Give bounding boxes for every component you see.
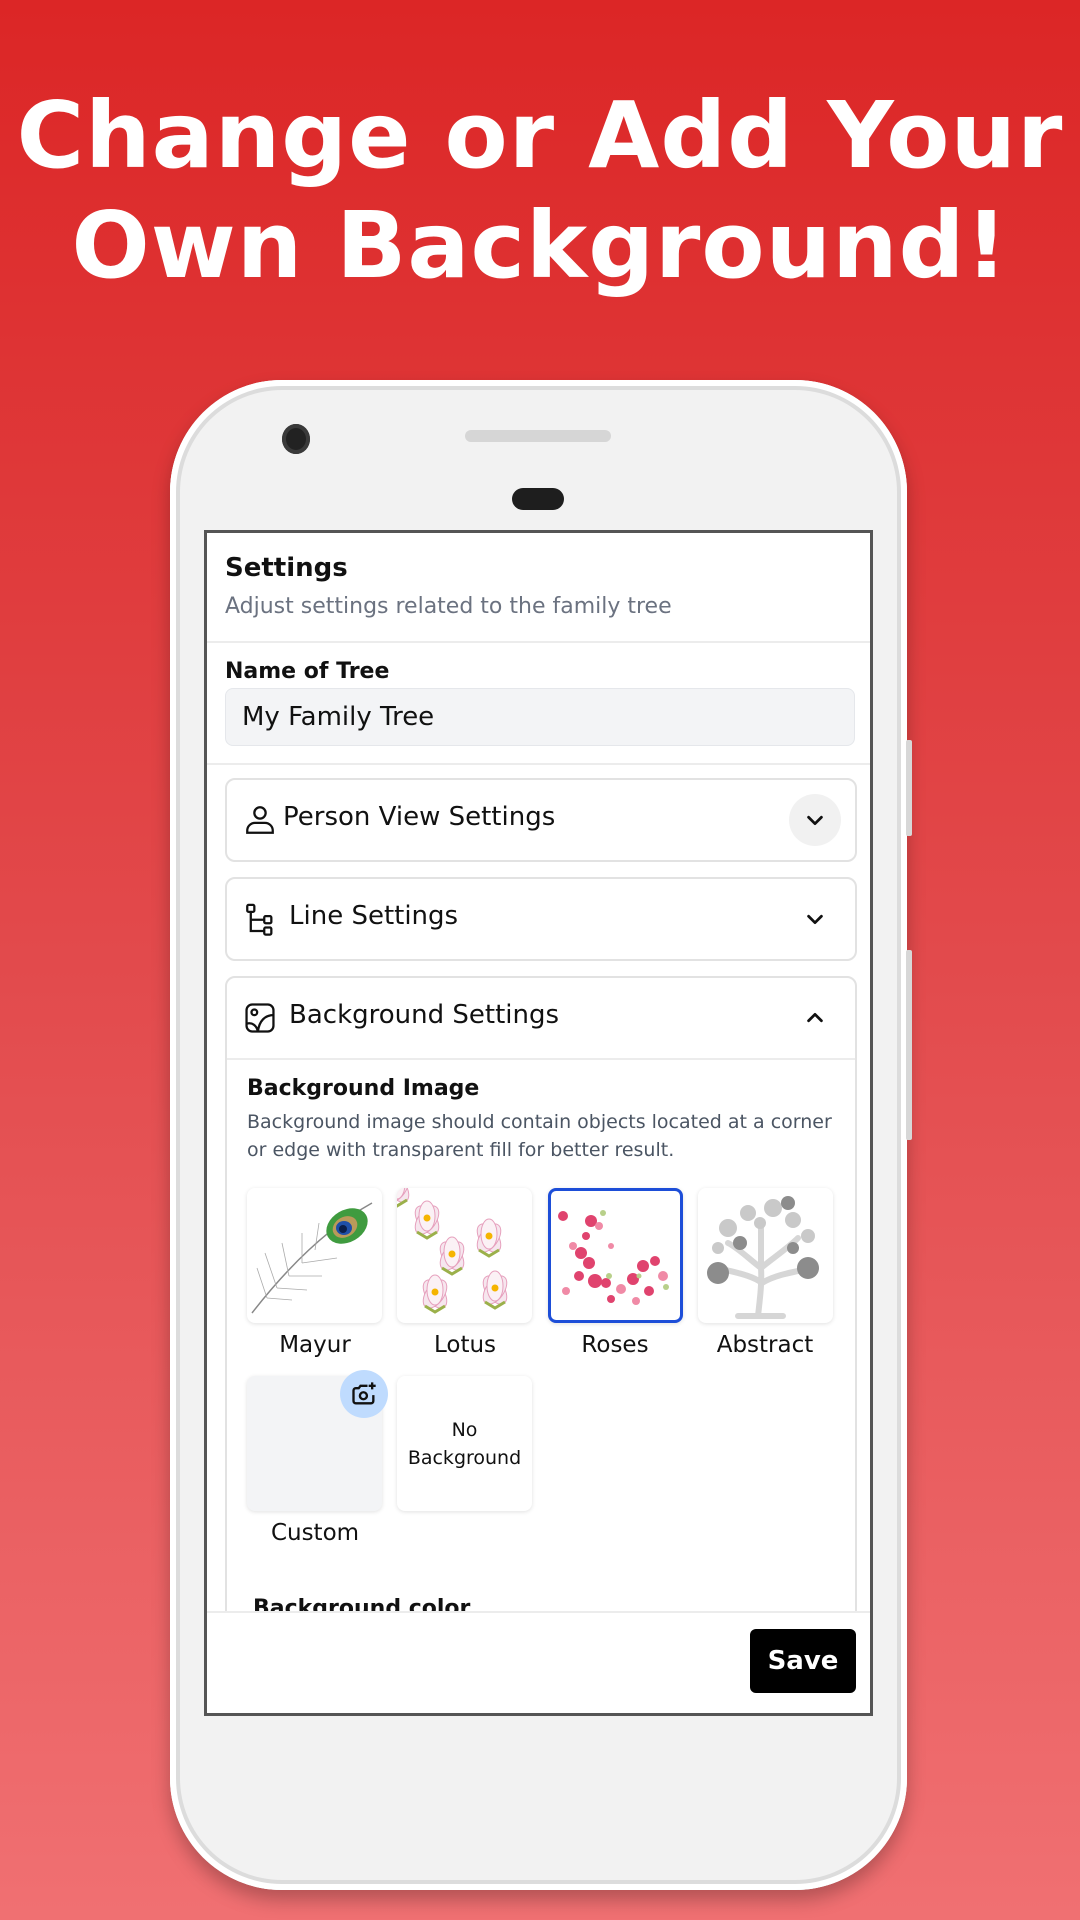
section-person-view[interactable]: Person View Settings <box>225 778 857 862</box>
add-photo-icon <box>352 1382 376 1405</box>
chevron-down-icon <box>807 914 823 925</box>
bg-option-lotus[interactable] <box>397 1188 532 1323</box>
chevron-up-icon <box>807 1012 823 1023</box>
page-subtitle: Adjust settings related to the family tr… <box>225 594 672 619</box>
background-image-description: Background image should contain objects … <box>247 1111 832 1161</box>
section-title: Background Settings <box>289 1000 560 1030</box>
phone-side-button <box>906 950 912 1140</box>
section-title: Line Settings <box>289 901 459 931</box>
promo-headline-line1: Change or Add Your <box>16 82 1064 189</box>
bg-option-label: Abstract <box>716 1332 814 1358</box>
divider <box>207 641 870 643</box>
bg-option-label: Custom <box>270 1520 360 1546</box>
expand-button[interactable] <box>789 893 841 945</box>
peacock-feather-image <box>251 1202 373 1314</box>
settings-screen: Settings Adjust settings related to the … <box>204 530 873 1716</box>
abstract-tree-image <box>707 1196 819 1319</box>
chevron-down-icon <box>807 815 823 826</box>
bg-option-label: Lotus <box>433 1332 497 1358</box>
phone-speaker <box>465 430 611 442</box>
no-background-line2: Background <box>407 1447 522 1469</box>
divider <box>207 763 870 765</box>
section-header[interactable]: Background Settings <box>227 978 855 1060</box>
add-photo-button[interactable] <box>340 1370 388 1418</box>
lotus-image <box>397 1188 514 1314</box>
no-background-text: No Background <box>397 1416 532 1472</box>
page-title: Settings <box>225 553 348 583</box>
expand-button[interactable] <box>789 794 841 846</box>
bg-option-roses[interactable] <box>548 1188 683 1323</box>
roses-image <box>558 1210 669 1305</box>
bg-option-mayur[interactable] <box>247 1188 382 1323</box>
bg-option-abstract[interactable] <box>698 1188 833 1323</box>
section-background-settings: Background Settings Background Image Bac… <box>225 976 857 1676</box>
bg-option-label: Roses <box>581 1332 649 1358</box>
person-icon <box>246 806 274 834</box>
collapse-button[interactable] <box>789 992 841 1044</box>
tree-name-input[interactable]: My Family Tree <box>225 688 855 746</box>
no-background-line1: No <box>451 1419 478 1441</box>
background-image-title: Background Image <box>247 1076 480 1101</box>
bg-option-custom[interactable] <box>247 1370 388 1511</box>
image-icon <box>245 1003 275 1033</box>
tree-structure-icon <box>246 903 273 936</box>
bg-option-no-background[interactable]: No Background <box>397 1376 532 1511</box>
section-title: Person View Settings <box>283 802 556 832</box>
footer-bar: Save <box>207 1611 870 1713</box>
phone-camera <box>282 424 310 454</box>
bg-option-label: Mayur <box>279 1332 351 1358</box>
phone-side-button <box>906 740 912 836</box>
tree-name-label: Name of Tree <box>225 659 390 684</box>
phone-sensor <box>512 488 564 510</box>
section-line-settings[interactable]: Line Settings <box>225 877 857 961</box>
save-button[interactable]: Save <box>750 1629 856 1693</box>
promo-headline-line2: Own Background! <box>71 192 1009 299</box>
